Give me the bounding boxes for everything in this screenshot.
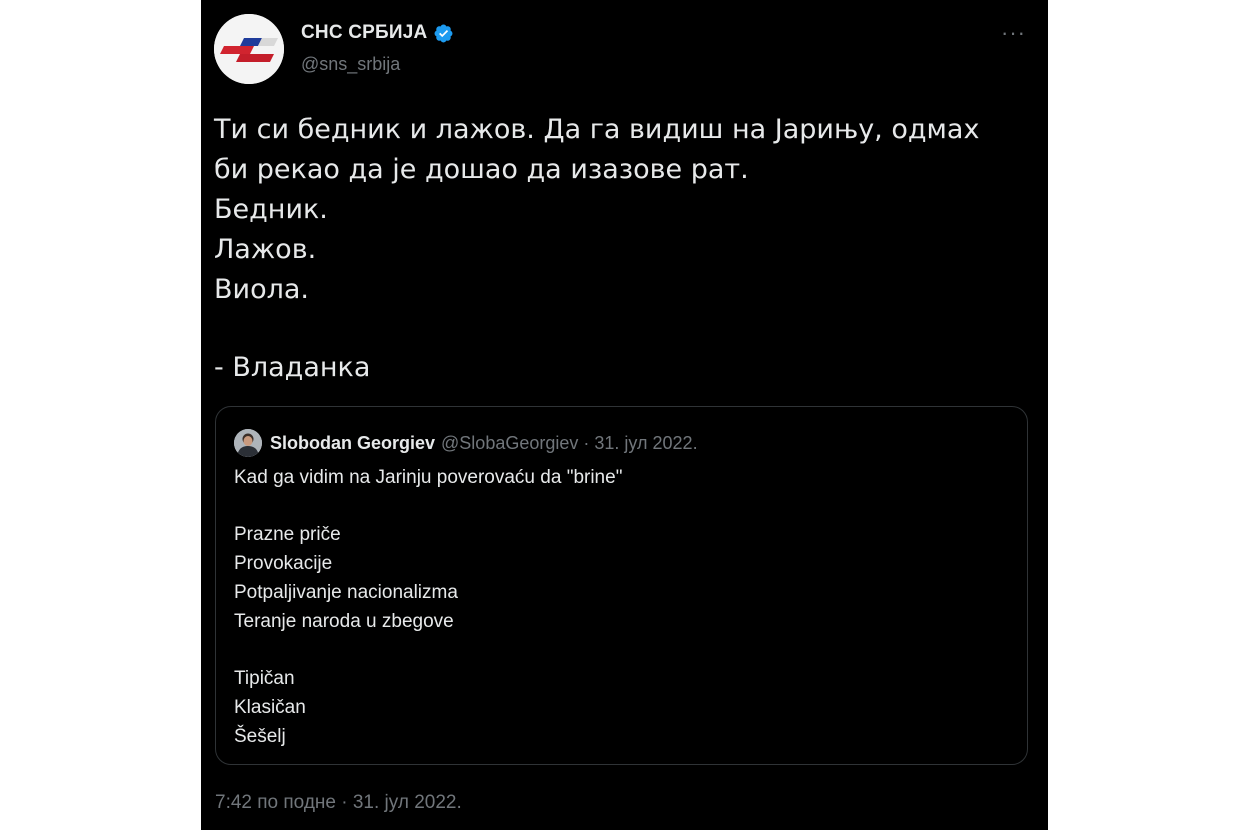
quoted-text-spacer (234, 492, 622, 520)
verified-badge-icon (433, 23, 454, 44)
quoted-text-line: Tipičan (234, 668, 295, 689)
quoted-author-name[interactable]: Slobodan Georgiev (270, 433, 435, 454)
tweet-text-spacer (214, 310, 1034, 348)
tweet-text-line: Лажов. (214, 234, 317, 265)
author-handle[interactable]: @sns_srbija (301, 54, 400, 75)
quoted-text-line: Provokacije (234, 553, 333, 574)
quoted-text-line: Potpaljivanje nacionalizma (234, 582, 458, 603)
quoted-text-line: Kad ga vidim na Jarinju poverovaću da "b… (234, 467, 623, 488)
quoted-tweet-header: Slobodan Georgiev @SlobaGeorgiev · 31. ј… (234, 429, 698, 457)
quoted-text-line: Teranje naroda u zbegove (234, 611, 454, 632)
tweet-text-line: - Владанка (214, 352, 371, 383)
dot-separator: · (583, 432, 590, 453)
quoted-tweet[interactable]: Slobodan Georgiev @SlobaGeorgiev · 31. ј… (215, 406, 1028, 765)
quoted-author-handle[interactable]: @SlobaGeorgiev (441, 433, 578, 454)
sns-logo-icon (214, 14, 284, 84)
tweet-text-line: би рекао да је дошао да изазове рат. (214, 154, 749, 185)
author-display-name[interactable]: СНС СРБИЈА (301, 22, 454, 44)
quoted-text-spacer (234, 636, 622, 664)
tweet-text-line: Виола. (214, 274, 309, 305)
user-avatar-icon[interactable] (234, 429, 262, 457)
tweet-card: СНС СРБИЈА @sns_srbija ··· Ти си бедник … (201, 0, 1048, 830)
author-name-text: СНС СРБИЈА (301, 22, 428, 43)
quoted-tweet-text: Kad ga vidim na Jarinju poverovaću da "b… (234, 463, 622, 751)
tweet-text-line: Ти си бедник и лажов. Да га видиш на Јар… (214, 114, 980, 145)
quoted-text-line: Klasičan (234, 697, 306, 718)
quoted-text-line: Prazne priče (234, 524, 341, 545)
more-options-button[interactable]: ··· (1001, 20, 1026, 46)
tweet-text-line: Бедник. (214, 194, 328, 225)
author-avatar[interactable] (214, 14, 284, 84)
quoted-tweet-date[interactable]: 31. јул 2022. (594, 433, 697, 454)
tweet-text: Ти си бедник и лажов. Да га видиш на Јар… (214, 110, 1034, 388)
tweet-timestamp[interactable]: 7:42 по подне · 31. јул 2022. (215, 792, 462, 814)
quoted-text-line: Šešelj (234, 726, 286, 747)
